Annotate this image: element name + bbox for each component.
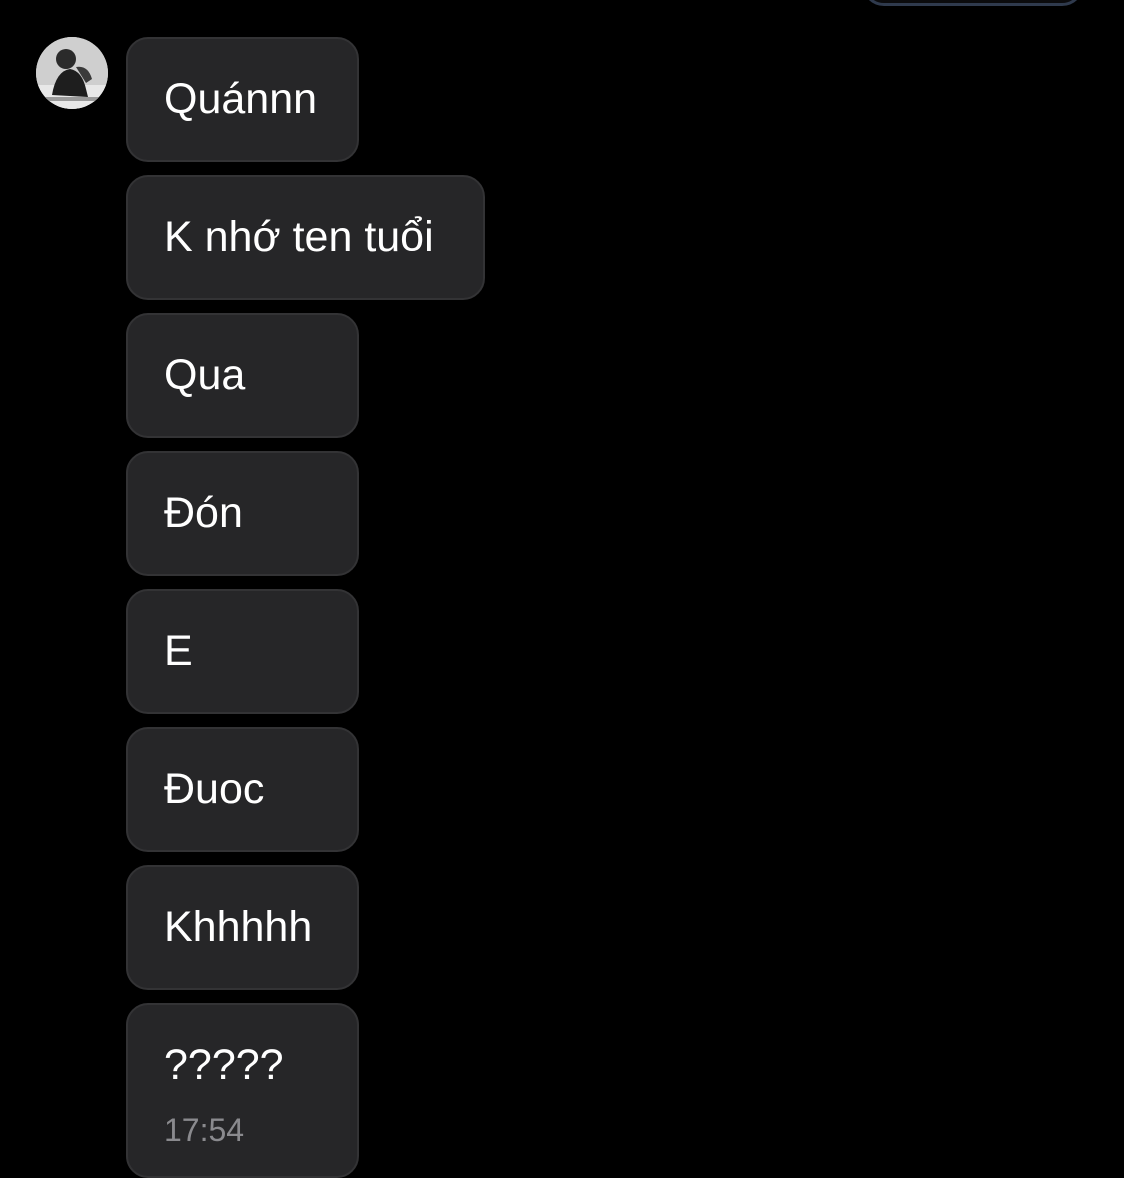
message-text: Đón xyxy=(164,489,243,537)
message-bubble[interactable]: Đón xyxy=(126,451,359,576)
profile-photo-icon xyxy=(36,37,108,109)
message-bubble[interactable]: Đuoc xyxy=(126,727,359,852)
message-text: Đuoc xyxy=(164,765,265,813)
message-bubble[interactable]: Khhhhh xyxy=(126,865,359,990)
message-text: Quánnn xyxy=(164,75,318,123)
message-bubble[interactable]: Quánnn xyxy=(126,37,359,162)
contact-avatar[interactable] xyxy=(36,37,108,109)
message-text: Qua xyxy=(164,351,246,399)
message-text: E xyxy=(164,627,193,675)
message-timestamp: 17:54 xyxy=(164,1112,245,1148)
message-bubble[interactable]: K nhớ ten tuổi xyxy=(126,175,485,300)
message-bubble[interactable]: ????? 17:54 xyxy=(126,1003,359,1178)
previous-message-bubble[interactable] xyxy=(862,0,1084,6)
message-bubble[interactable]: Qua xyxy=(126,313,359,438)
message-text: K nhớ ten tuổi xyxy=(164,213,434,261)
message-text: ????? xyxy=(164,1041,284,1089)
message-bubble[interactable]: E xyxy=(126,589,359,714)
message-text: Khhhhh xyxy=(164,903,313,951)
